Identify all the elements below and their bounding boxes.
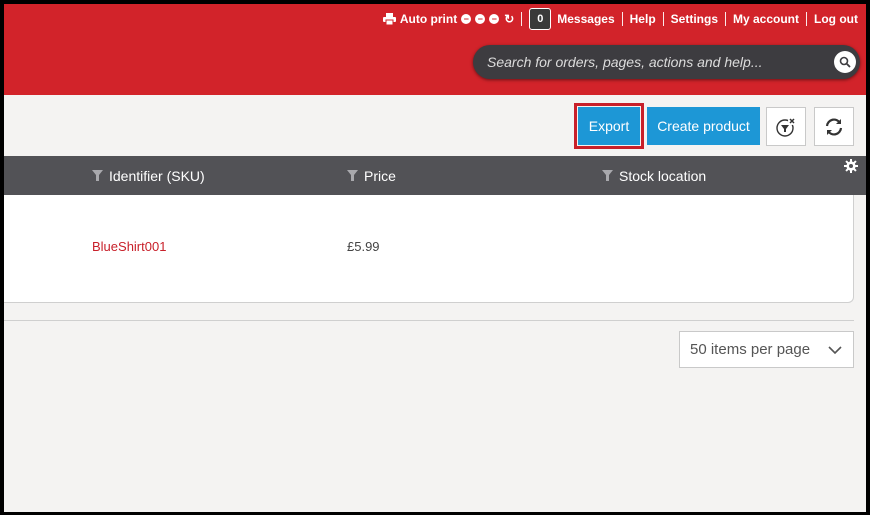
autoprint-label: Auto print [399,12,458,26]
autoprint-control[interactable]: Auto print − − − ↻ [382,12,514,26]
column-header-stock-location[interactable]: Stock location [602,156,706,195]
global-search [473,45,860,79]
nav-separator [521,12,523,26]
column-header-sku[interactable]: Identifier (SKU) [92,156,205,195]
nav-separator [621,12,623,26]
sku-link[interactable]: BlueShirt001 [92,239,166,254]
search-icon [839,56,851,68]
filter-clear-icon [776,116,796,137]
divider [4,320,854,321]
minus-circle-icon[interactable]: − [489,14,500,24]
filter-icon[interactable] [347,170,358,181]
help-link[interactable]: Help [630,12,656,26]
top-navigation: Auto print − − − ↻ 0 Messages Help Setti… [382,8,858,30]
table-header: Identifier (SKU) Price Stock location [4,156,866,195]
clear-filters-button[interactable] [766,107,806,146]
minus-circle-icon[interactable]: − [461,14,472,24]
price-cell: £5.99 [347,239,380,254]
filter-icon[interactable] [92,170,103,181]
column-header-label: Identifier (SKU) [109,167,205,184]
messages-link[interactable]: Messages [557,12,614,26]
refresh-button[interactable] [814,107,854,146]
search-input[interactable] [487,45,817,79]
settings-link[interactable]: Settings [671,12,718,26]
chevron-down-icon [828,346,842,355]
column-header-label: Stock location [619,167,707,184]
filter-icon[interactable] [602,170,613,181]
logout-link[interactable]: Log out [814,12,858,26]
column-header-price[interactable]: Price [347,156,396,195]
column-header-label: Price [364,167,396,184]
gear-icon[interactable] [844,159,858,173]
header-bar: Auto print − − − ↻ 0 Messages Help Setti… [4,4,866,95]
app-frame: Auto print − − − ↻ 0 Messages Help Setti… [4,4,866,512]
nav-separator [662,12,664,26]
minus-circle-icon[interactable]: − [475,14,486,24]
my-account-link[interactable]: My account [733,12,799,26]
search-button[interactable] [834,51,856,73]
items-per-page-label: 50 items per page [690,341,811,358]
nav-separator [725,12,726,26]
print-icon [382,13,396,25]
create-product-button[interactable]: Create product [647,107,760,145]
export-button[interactable]: Export [578,107,640,145]
items-per-page-select[interactable]: 50 items per page [679,331,854,368]
refresh-icon[interactable]: ↻ [504,12,514,26]
messages-count-badge[interactable]: 0 [529,8,552,30]
refresh-icon [825,117,843,136]
table-body: BlueShirt001 £5.99 [4,195,854,303]
nav-separator [806,12,808,26]
